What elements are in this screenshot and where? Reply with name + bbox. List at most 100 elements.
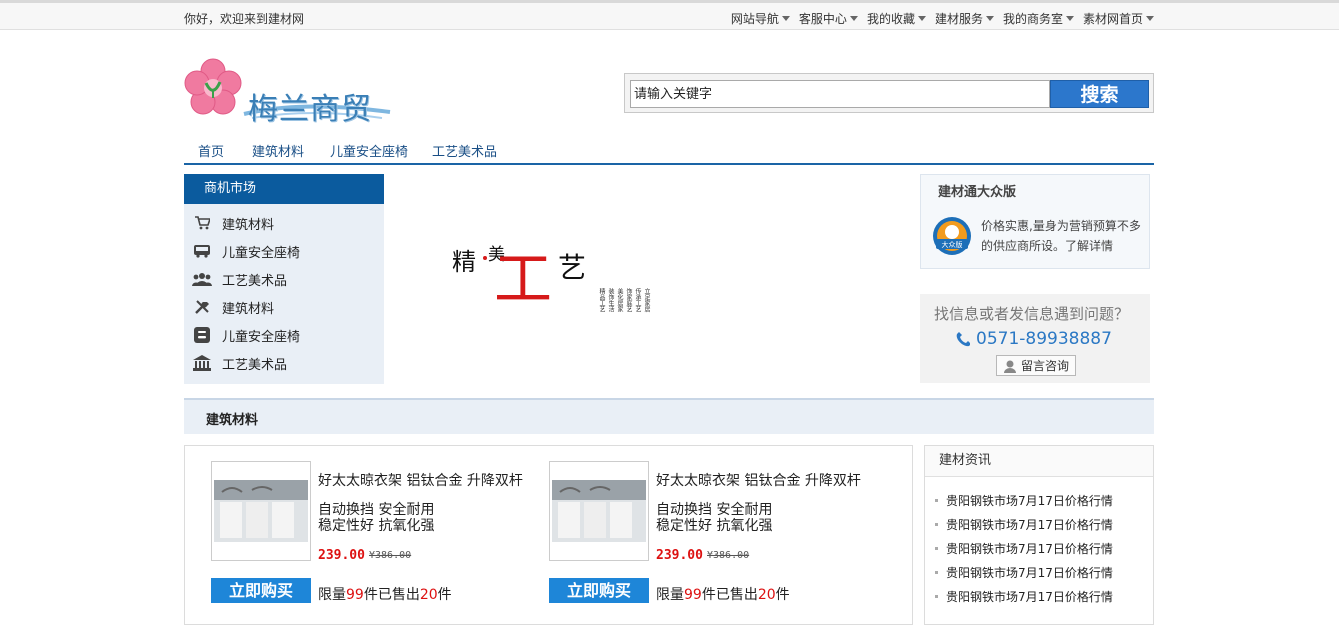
chevron-down-icon xyxy=(781,16,790,21)
product-image[interactable] xyxy=(549,461,649,561)
product-desc: 稳定性好 抗氧化强 xyxy=(656,518,773,534)
product-desc: 稳定性好 抗氧化强 xyxy=(318,518,435,534)
news-item[interactable]: 贵阳钢铁市场7月17日价格行情 xyxy=(935,564,1113,581)
welcome-text: 你好，欢迎来到建材网 xyxy=(184,12,305,26)
product-title[interactable]: 好太太晾衣架 铝钛合金 升降双杆 xyxy=(318,470,523,490)
search-input[interactable] xyxy=(630,80,1050,108)
top-nav: 网站导航 客服中心 我的收藏 建材服务 我的商务室 素材网首页 xyxy=(731,10,1154,27)
bus-icon xyxy=(192,242,212,260)
contact-phone: 0571-89938887 xyxy=(956,329,1112,349)
site-logo[interactable]: 梅兰商贸 xyxy=(184,58,394,127)
chevron-down-icon xyxy=(917,16,926,21)
product-title[interactable]: 好太太晾衣架 铝钛合金 升降双杆 xyxy=(656,470,861,490)
banner-vertical-line: 饰家庭艺 xyxy=(625,288,632,312)
product-old-price: ¥386.00 xyxy=(369,550,412,561)
bullet-icon xyxy=(935,499,938,502)
bullet-icon xyxy=(935,595,938,598)
logo-text: 梅兰商贸 xyxy=(248,92,372,127)
banner-vertical-line: 立足家居 xyxy=(643,288,650,312)
contact-box: 找信息或者发信息遇到问题？ 0571-89938887 留言咨询 xyxy=(920,294,1150,383)
search-box: 搜索 xyxy=(624,73,1154,113)
tools-icon xyxy=(192,298,212,316)
chevron-down-icon xyxy=(1146,16,1154,21)
sidebar-item-label: 建筑材料 xyxy=(222,217,275,233)
banner-vertical-line: 装饰生活 xyxy=(607,288,614,312)
phone-number: 0571-89938887 xyxy=(976,329,1112,349)
sidebar-item-label: 建筑材料 xyxy=(222,301,275,317)
promo-title: 建材通大众版 xyxy=(938,185,1017,200)
sidebar-title: 商机市场 xyxy=(184,174,384,204)
banner-vertical-line: 精品工艺 xyxy=(598,288,605,312)
chevron-down-icon xyxy=(849,16,858,21)
banner-vertical-text: 精品工艺 装饰生活 美化居家 饰家庭艺 传承工艺 立足家居 xyxy=(598,288,757,312)
top-nav-service[interactable]: 客服中心 xyxy=(799,10,858,27)
promo-box: 建材通大众版 大众版 价格实惠,量身为营销预算不多的供应商所设。了解详情 xyxy=(920,174,1150,269)
product-limit: 限量99件已售出20件 xyxy=(656,587,790,603)
news-item[interactable]: 贵阳钢铁市场7月17日价格行情 xyxy=(935,492,1113,509)
message-consult-button[interactable]: 留言咨询 xyxy=(996,355,1076,376)
product-list: 好太太晾衣架 铝钛合金 升降双杆 自动换挡 安全耐用 稳定性好 抗氧化强 239… xyxy=(184,445,913,625)
top-nav-site-nav[interactable]: 网站导航 xyxy=(731,10,790,27)
banner-vertical-line: 传承工艺 xyxy=(634,288,641,312)
buy-now-button[interactable]: 立即购买 xyxy=(549,578,649,603)
promo-text[interactable]: 价格实惠,量身为营销预算不多的供应商所设。了解详情 xyxy=(981,216,1146,256)
phone-icon xyxy=(956,332,970,347)
category-sidebar: 商机市场 建筑材料 儿童安全座椅 工艺美术品 建筑材料 儿童安全座椅 工艺美术品 xyxy=(184,174,384,384)
banner-image[interactable]: 精 美 工 艺 精品工艺 装饰生活 美化居家 饰家庭艺 传承工艺 立足家居 xyxy=(450,236,650,356)
sidebar-item-building-materials-2[interactable]: 建筑材料 xyxy=(192,297,274,317)
product-price: 239.00 xyxy=(656,548,703,563)
section-header: 建筑材料 xyxy=(184,398,1154,434)
banner-dot xyxy=(483,256,487,260)
top-nav-home[interactable]: 素材网首页 xyxy=(1083,10,1154,27)
sidebar-item-crafts[interactable]: 工艺美术品 xyxy=(192,269,287,289)
bullet-icon xyxy=(935,547,938,550)
news-item[interactable]: 贵阳钢铁市场7月17日价格行情 xyxy=(935,516,1113,533)
chevron-down-icon xyxy=(985,16,994,21)
sidebar-item-building-materials[interactable]: 建筑材料 xyxy=(192,213,274,233)
news-title: 建材资讯 xyxy=(925,446,1153,477)
section-title: 建筑材料 xyxy=(206,413,259,428)
buy-now-button[interactable]: 立即购买 xyxy=(211,578,311,603)
blogger-icon xyxy=(192,326,212,344)
search-button[interactable]: 搜索 xyxy=(1050,80,1149,108)
banner-vertical-line: 美化居家 xyxy=(616,288,623,312)
nav-home[interactable]: 首页 xyxy=(198,141,224,160)
top-bar: 你好，欢迎来到建材网 网站导航 客服中心 我的收藏 建材服务 我的商务室 素材网… xyxy=(0,0,1339,30)
product-card: 好太太晾衣架 铝钛合金 升降双杆 自动换挡 安全耐用 稳定性好 抗氧化强 239… xyxy=(549,461,879,611)
banner-char-yi: 艺 xyxy=(558,251,587,284)
bullet-icon xyxy=(935,571,938,574)
top-nav-favorites[interactable]: 我的收藏 xyxy=(867,10,926,27)
product-price: 239.00 xyxy=(318,548,365,563)
nav-building-materials[interactable]: 建筑材料 xyxy=(252,141,304,160)
news-panel: 建材资讯 贵阳钢铁市场7月17日价格行情 贵阳钢铁市场7月17日价格行情 贵阳钢… xyxy=(924,445,1154,625)
cart-icon xyxy=(192,214,212,232)
sidebar-item-label: 工艺美术品 xyxy=(222,357,288,373)
product-card: 好太太晾衣架 铝钛合金 升降双杆 自动换挡 安全耐用 稳定性好 抗氧化强 239… xyxy=(211,461,541,611)
product-limit: 限量99件已售出20件 xyxy=(318,587,452,603)
top-nav-business-room[interactable]: 我的商务室 xyxy=(1003,10,1074,27)
main-nav: 首页 建筑材料 儿童安全座椅 工艺美术品 xyxy=(184,139,1154,165)
chevron-down-icon xyxy=(1065,16,1074,21)
nav-child-seats[interactable]: 儿童安全座椅 xyxy=(330,141,408,160)
banner-char-jing: 精 xyxy=(452,248,476,276)
sidebar-item-label: 儿童安全座椅 xyxy=(222,245,301,261)
news-item[interactable]: 贵阳钢铁市场7月17日价格行情 xyxy=(935,588,1113,605)
news-item[interactable]: 贵阳钢铁市场7月17日价格行情 xyxy=(935,540,1113,557)
flower-logo-icon xyxy=(184,58,242,115)
sidebar-item-label: 工艺美术品 xyxy=(222,273,288,289)
sidebar-item-child-seats[interactable]: 儿童安全座椅 xyxy=(192,241,300,261)
message-consult-label: 留言咨询 xyxy=(1020,359,1069,373)
sidebar-item-label: 儿童安全座椅 xyxy=(222,329,301,345)
users-icon xyxy=(192,270,212,288)
bank-icon xyxy=(192,354,212,372)
product-old-price: ¥386.00 xyxy=(707,550,750,561)
sidebar-item-child-seats-2[interactable]: 儿童安全座椅 xyxy=(192,325,300,345)
svg-text:大众版: 大众版 xyxy=(942,240,963,249)
contact-question: 找信息或者发信息遇到问题？ xyxy=(934,305,1130,323)
nav-crafts[interactable]: 工艺美术品 xyxy=(432,141,497,160)
banner-char-gong: 工 xyxy=(494,245,553,313)
bullet-icon xyxy=(935,523,938,526)
product-image[interactable] xyxy=(211,461,311,561)
top-nav-material-service[interactable]: 建材服务 xyxy=(935,10,994,27)
sidebar-item-crafts-2[interactable]: 工艺美术品 xyxy=(192,353,287,373)
